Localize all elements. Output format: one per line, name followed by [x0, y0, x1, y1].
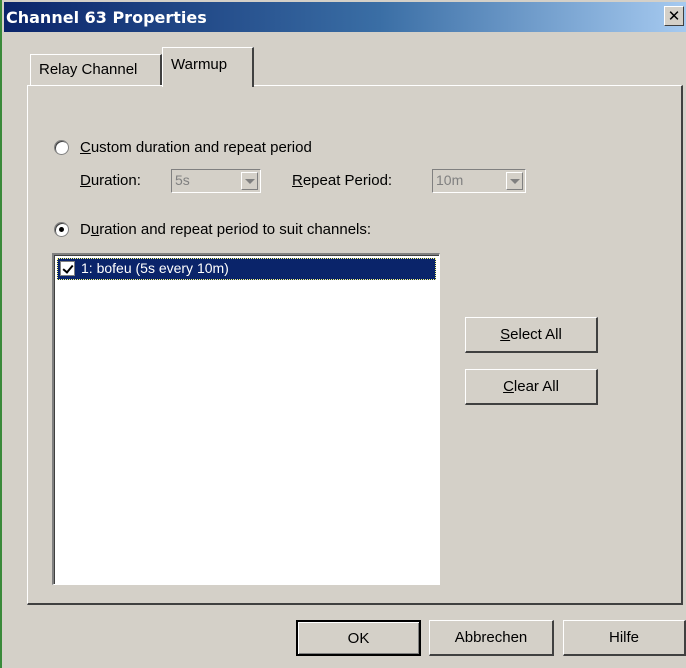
properties-dialog: Channel 63 Properties ✕ Relay Channel Wa… [0, 0, 686, 668]
duration-value: 5s [175, 172, 190, 188]
mnemonic: u [90, 221, 100, 238]
label-rest: epeat Period: [302, 172, 393, 189]
help-button[interactable]: Hilfe [563, 620, 686, 656]
chevron-down-icon[interactable] [241, 172, 258, 190]
label-rest: lear All [513, 378, 559, 395]
cancel-label: Abbrechen [454, 629, 528, 646]
ok-label: OK [347, 629, 370, 647]
custom-duration-radio[interactable] [54, 140, 69, 155]
channel-checkbox[interactable] [60, 261, 75, 276]
mnemonic: D [80, 172, 91, 189]
clear-all-button[interactable]: Clear All [465, 369, 598, 405]
window-title: Channel 63 Properties [6, 8, 207, 27]
close-button[interactable]: ✕ [664, 6, 684, 26]
custom-duration-label[interactable]: Custom duration and repeat period [80, 139, 312, 156]
tab-warmup[interactable]: Warmup [162, 47, 254, 87]
mnemonic: C [80, 139, 91, 156]
repeat-period-label: Repeat Period: [292, 172, 392, 189]
help-label: Hilfe [608, 629, 639, 646]
title-bar[interactable]: Channel 63 Properties ✕ [4, 2, 686, 32]
label-rest: ustom duration and repeat period [90, 139, 312, 156]
repeat-period-select[interactable]: 10m [432, 169, 526, 193]
tab-label: Warmup [171, 56, 228, 73]
ok-button[interactable]: OK [296, 620, 421, 656]
suit-channels-label[interactable]: Duration and repeat period to suit chann… [80, 221, 371, 238]
close-icon: ✕ [667, 7, 681, 25]
cancel-button[interactable]: Abbrechen [429, 620, 554, 656]
label-rest: elect All [510, 326, 562, 343]
tab-relay-channel[interactable]: Relay Channel [30, 54, 162, 86]
mnemonic: S [500, 326, 511, 343]
tab-label: Relay Channel [39, 61, 138, 78]
label-rest: ration and repeat period to suit channel… [99, 221, 372, 238]
chevron-down-icon[interactable] [506, 172, 523, 190]
mnemonic: R [292, 172, 303, 189]
suit-channels-radio[interactable] [54, 222, 69, 237]
channel-item-label: 1: bofeu (5s every 10m) [81, 260, 229, 276]
label-rest: uration: [90, 172, 141, 189]
select-all-button[interactable]: Select All [465, 317, 598, 353]
repeat-period-value: 10m [436, 172, 464, 188]
channel-list[interactable]: 1: bofeu (5s every 10m) [52, 253, 440, 585]
duration-label: Duration: [80, 172, 141, 189]
label-pre: D [80, 221, 91, 238]
mnemonic: C [503, 378, 514, 395]
duration-select[interactable]: 5s [171, 169, 261, 193]
list-item[interactable]: 1: bofeu (5s every 10m) [57, 258, 436, 280]
